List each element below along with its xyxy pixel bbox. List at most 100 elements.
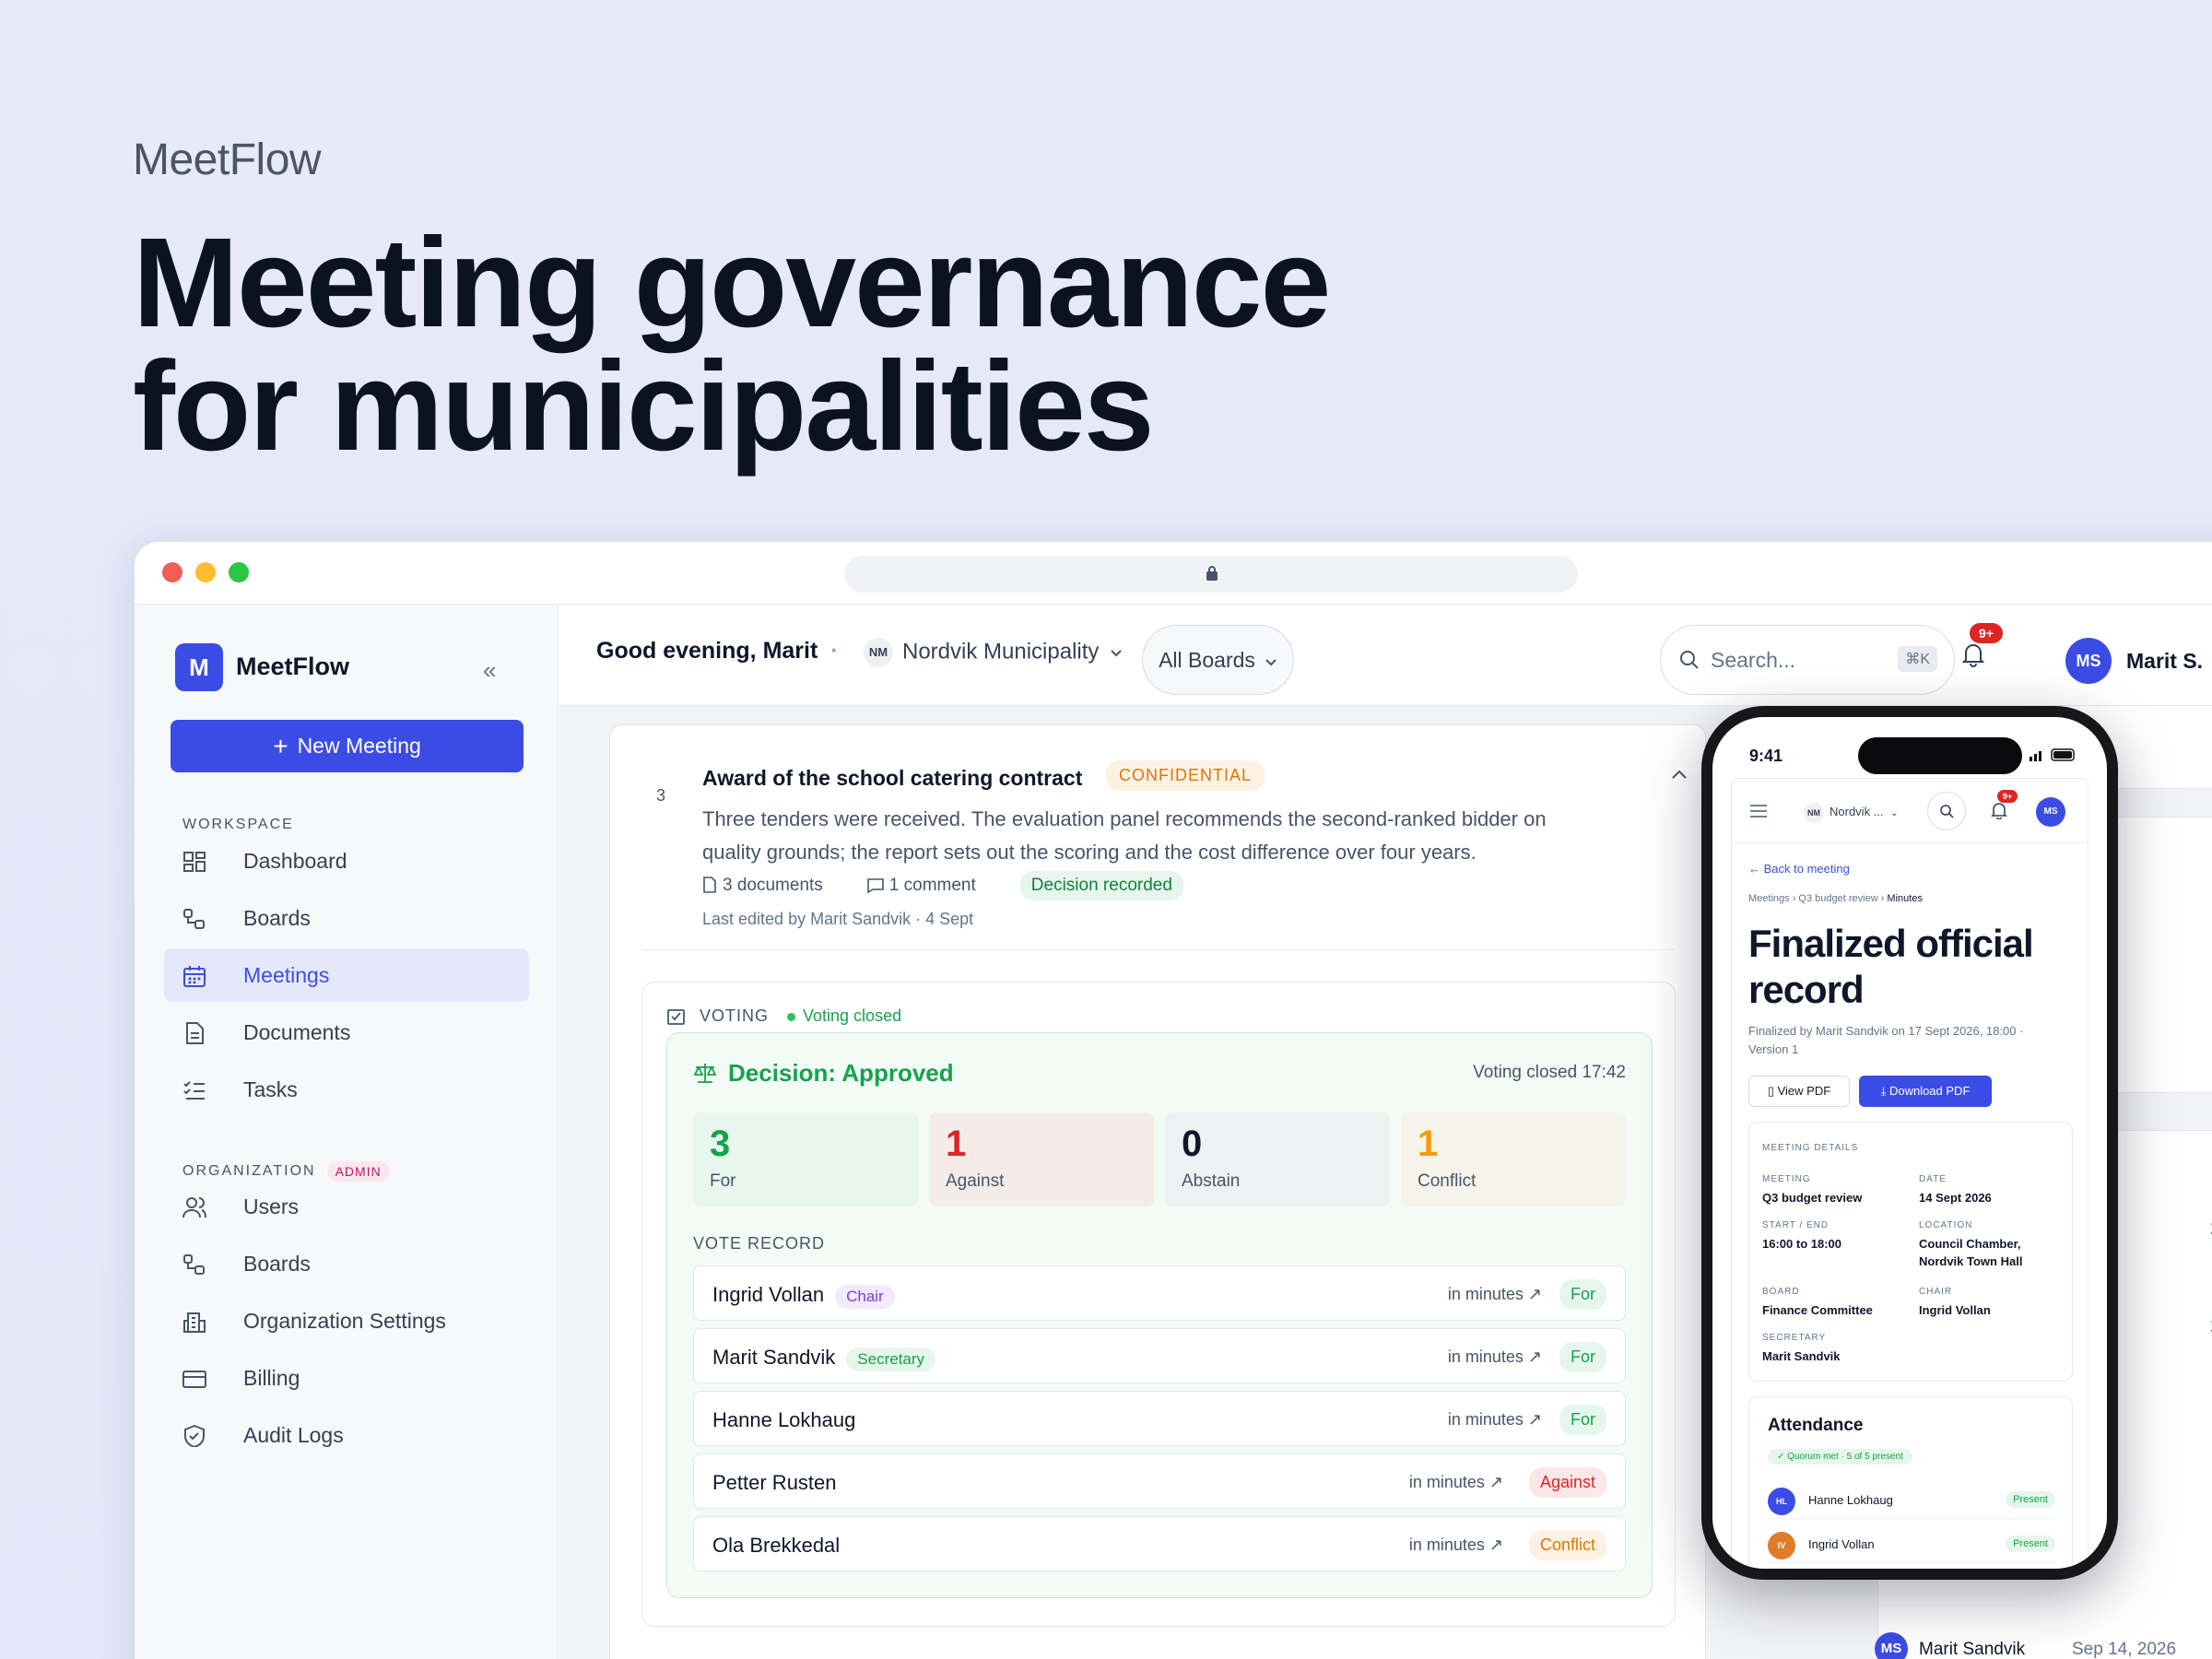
- page-title-line-1: Finalized official: [1748, 922, 2034, 965]
- in-minutes-text: in minutes: [1447, 1285, 1524, 1303]
- organization-switcher[interactable]: NM Nordvik Municipality: [864, 638, 1123, 667]
- hamburger-menu-icon[interactable]: [1750, 805, 1767, 818]
- in-minutes-text: in minutes: [1408, 1473, 1485, 1491]
- address-bar[interactable]: [844, 556, 1578, 593]
- search-input[interactable]: Search... ⌘K: [1660, 625, 1955, 695]
- phone-mockup: 9:41 NM Nordvik ... ⌄ 9+ MS ← Back to mee…: [1701, 706, 2118, 1580]
- meeting-label: MEETING: [1762, 1174, 1811, 1184]
- sidebar-item-label: Billing: [243, 1365, 300, 1390]
- breadcrumb-item[interactable]: Q3 budget review: [1798, 893, 1877, 904]
- sidebar-item-boards[interactable]: Boards: [164, 891, 529, 945]
- maximize-window-dot[interactable]: [229, 562, 249, 582]
- app-name: MeetFlow: [236, 653, 350, 680]
- notification-badge: 9+: [1970, 623, 2003, 643]
- sidebar-item-tasks[interactable]: Tasks: [164, 1063, 529, 1116]
- author-date: Sep 14, 2026: [2072, 1640, 2177, 1659]
- building-icon: [183, 1312, 206, 1333]
- chair-label: CHAIR: [1919, 1287, 1953, 1297]
- sidebar-item-label: Meetings: [243, 962, 330, 987]
- bell-icon[interactable]: [1960, 641, 1986, 667]
- phone-search-button[interactable]: [1927, 792, 1966, 830]
- boards-filter[interactable]: All Boards: [1142, 625, 1294, 695]
- in-minutes-link[interactable]: in minutes ↗: [1409, 1535, 1503, 1555]
- sidebar-item-label: Tasks: [243, 1077, 298, 1101]
- chevron-up-icon[interactable]: [1670, 768, 1688, 781]
- vote-record-row: Hanne Lokhaug in minutes ↗ For: [693, 1391, 1626, 1446]
- tally-abstain: 0 Abstain: [1165, 1112, 1390, 1206]
- user-name[interactable]: Marit S.: [2126, 649, 2203, 674]
- date-value: 14 Sept 2026: [1919, 1191, 1992, 1205]
- time-label: START / END: [1762, 1220, 1830, 1230]
- ballot-icon: [667, 1008, 685, 1025]
- vote-record-row: Ola Brekkedal in minutes ↗ Conflict: [693, 1516, 1626, 1571]
- meeting-details-card: MEETING DETAILS MEETING Q3 budget review…: [1748, 1122, 2073, 1382]
- documents-link[interactable]: 3 documents: [702, 876, 845, 896]
- browser-titlebar: [135, 542, 2212, 605]
- close-window-dot[interactable]: [162, 562, 182, 582]
- avatar[interactable]: MS: [2065, 638, 2112, 684]
- sidebar-item-label: Boards: [243, 905, 311, 930]
- download-pdf-button[interactable]: ⤓ Download PDF: [1859, 1076, 1992, 1107]
- quorum-text: Quorum met · 5 of 5 present: [1787, 1452, 1903, 1462]
- meeting-value: Q3 budget review: [1762, 1191, 1863, 1205]
- comments-link[interactable]: 1 comment: [866, 876, 998, 896]
- secretary-value: Marit Sandvik: [1762, 1349, 1841, 1363]
- in-minutes-link[interactable]: in minutes ↗: [1448, 1285, 1542, 1304]
- decision-title: Decision: Approved: [693, 1059, 954, 1088]
- breadcrumb-item[interactable]: Meetings: [1748, 893, 1790, 904]
- voting-status: Voting closed: [787, 1006, 901, 1026]
- sidebar-item-dashboard[interactable]: Dashboard: [164, 834, 529, 888]
- vote-record-row: Marit Sandvik Secretary in minutes ↗ For: [693, 1328, 1626, 1383]
- role-badge: Secretary: [846, 1347, 936, 1371]
- new-meeting-button[interactable]: + New Meeting: [171, 720, 524, 772]
- phone-header: NM Nordvik ... ⌄ 9+ MS: [1732, 779, 2088, 843]
- author-name: Marit Sandvik: [1919, 1640, 2026, 1659]
- back-to-meeting-link[interactable]: ← Back to meeting: [1748, 862, 1850, 876]
- view-pdf-button[interactable]: ▯ View PDF: [1748, 1076, 1850, 1107]
- sidebar-item-label: Users: [243, 1194, 300, 1218]
- in-minutes-link[interactable]: in minutes ↗: [1409, 1473, 1503, 1492]
- attendee-row: HL Hanne Lokhaug Present: [1768, 1482, 2055, 1519]
- attendee-status: Present: [2006, 1491, 2055, 1508]
- minimize-window-dot[interactable]: [195, 562, 216, 582]
- page-title: Finalized official record: [1748, 921, 2034, 1013]
- sidebar-item-documents[interactable]: Documents: [164, 1006, 529, 1059]
- in-minutes-link[interactable]: in minutes ↗: [1448, 1347, 1542, 1367]
- collapse-sidebar-icon[interactable]: «: [483, 656, 496, 685]
- sidebar-item-org-boards[interactable]: Boards: [164, 1237, 529, 1290]
- chair-value: Ingrid Vollan: [1919, 1303, 1991, 1317]
- dynamic-island: [1858, 737, 2022, 774]
- voter-name: Ingrid Vollan Chair: [712, 1283, 895, 1309]
- download-icon: ⤓: [1880, 1084, 1889, 1098]
- plus-icon: +: [273, 732, 288, 760]
- author-avatar: MS: [1875, 1632, 1908, 1659]
- finalized-info: Finalized by Marit Sandvik on 17 Sept 20…: [1748, 1024, 2024, 1056]
- bell-icon[interactable]: [1990, 801, 2008, 819]
- calendar-icon: [183, 966, 206, 987]
- tally-for: 3 For: [693, 1112, 918, 1206]
- boards-icon: [183, 909, 205, 929]
- voter-name: Hanne Lokhaug: [712, 1408, 856, 1431]
- agenda-item-title[interactable]: Award of the school catering contract: [702, 766, 1082, 791]
- avatar[interactable]: MS: [2036, 797, 2065, 827]
- documents-count: 3 documents: [723, 876, 823, 895]
- sidebar-item-audit-logs[interactable]: Audit Logs: [164, 1408, 529, 1462]
- sidebar-item-organization-settings[interactable]: Organization Settings: [164, 1294, 529, 1347]
- decision-label: Decision: Approved: [728, 1059, 954, 1087]
- phone-org-switcher[interactable]: NM Nordvik ... ⌄: [1804, 803, 1899, 823]
- tally-count: 1: [1418, 1124, 1439, 1164]
- sidebar-item-users[interactable]: Users: [164, 1180, 529, 1233]
- time-value: 16:00 to 18:00: [1762, 1237, 1841, 1251]
- sidebar-item-billing[interactable]: Billing: [164, 1351, 529, 1405]
- hero-headline: Meeting governance for municipalities: [133, 219, 1331, 470]
- location-value: Council Chamber, Nordvik Town Hall: [1919, 1237, 2023, 1268]
- attendee-avatar: IV: [1768, 1532, 1795, 1559]
- board-label: BOARD: [1762, 1287, 1800, 1297]
- tally-against: 1 Against: [929, 1112, 1154, 1206]
- meeting-details-label: MEETING DETAILS: [1762, 1143, 1859, 1153]
- sidebar-item-meetings[interactable]: Meetings: [164, 948, 529, 1002]
- view-pdf-label: View PDF: [1777, 1084, 1831, 1098]
- voting-header: VOTING Voting closed: [666, 1006, 901, 1026]
- in-minutes-link[interactable]: in minutes ↗: [1448, 1410, 1542, 1430]
- app-logo: M: [175, 643, 223, 691]
